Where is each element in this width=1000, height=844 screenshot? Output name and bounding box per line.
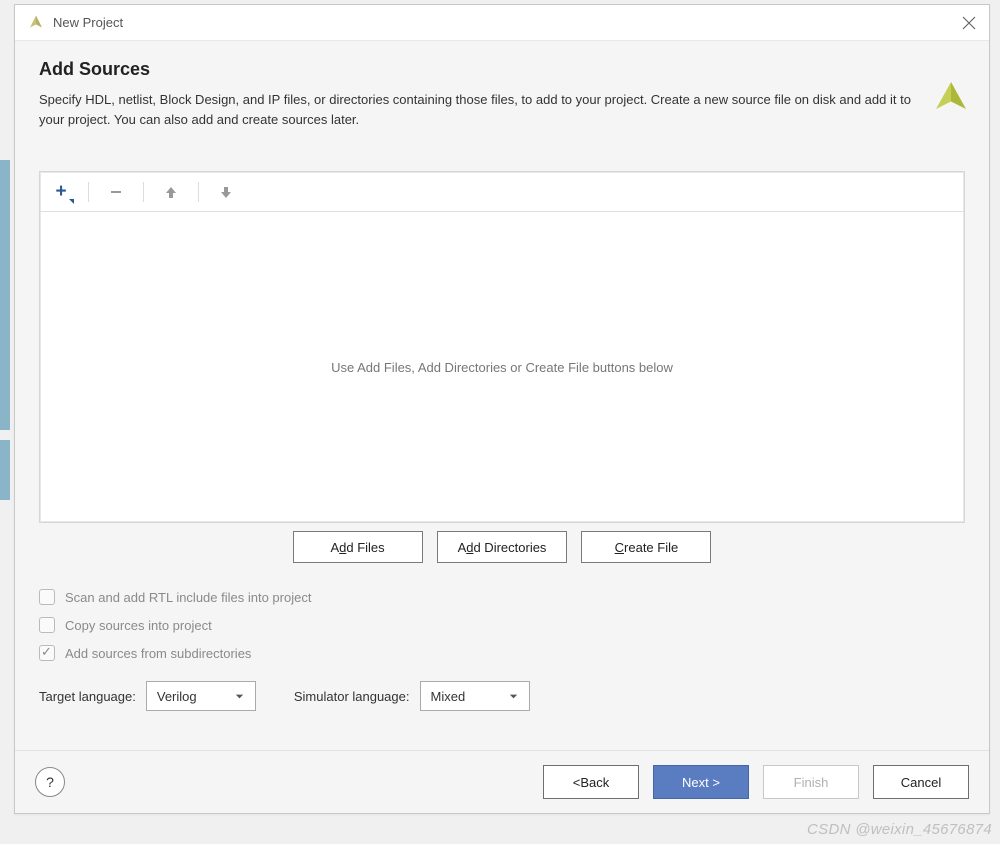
subdirectories-input[interactable] bbox=[39, 645, 55, 661]
titlebar: New Project bbox=[15, 5, 989, 41]
remove-icon[interactable] bbox=[105, 181, 127, 203]
vivado-logo-icon bbox=[933, 79, 969, 115]
watermark: CSDN @weixin_45676874 bbox=[807, 821, 992, 838]
scan-rtl-checkbox[interactable]: Scan and add RTL include files into proj… bbox=[39, 589, 965, 605]
copy-sources-checkbox[interactable]: Copy sources into project bbox=[39, 617, 965, 633]
page-title: Add Sources bbox=[39, 59, 917, 80]
app-logo-icon bbox=[27, 14, 45, 32]
add-files-button[interactable]: Add Files bbox=[293, 531, 423, 563]
dialog-footer: ? < Back Next > Finish Cancel bbox=[15, 750, 989, 813]
close-icon[interactable] bbox=[961, 15, 977, 31]
chevron-down-icon bbox=[234, 691, 245, 702]
add-icon[interactable]: + bbox=[50, 181, 72, 203]
target-language-label: Target language: bbox=[39, 689, 136, 704]
back-button[interactable]: < Back bbox=[543, 765, 639, 799]
separator bbox=[198, 182, 199, 202]
target-language-select[interactable]: Verilog bbox=[146, 681, 256, 711]
simulator-language-select[interactable]: Mixed bbox=[420, 681, 530, 711]
finish-button[interactable]: Finish bbox=[763, 765, 859, 799]
window-title: New Project bbox=[53, 15, 123, 30]
subdirectories-checkbox[interactable]: Add sources from subdirectories bbox=[39, 645, 965, 661]
move-down-icon[interactable] bbox=[215, 181, 237, 203]
page-description: Specify HDL, netlist, Block Design, and … bbox=[39, 90, 917, 129]
cancel-button[interactable]: Cancel bbox=[873, 765, 969, 799]
simulator-language-value: Mixed bbox=[431, 689, 466, 704]
chevron-down-icon bbox=[508, 691, 519, 702]
sources-toolbar: + bbox=[40, 172, 964, 212]
new-project-dialog: New Project Add Sources Specify HDL, net… bbox=[14, 4, 990, 814]
separator bbox=[143, 182, 144, 202]
next-button[interactable]: Next > bbox=[653, 765, 749, 799]
sources-empty-message: Use Add Files, Add Directories or Create… bbox=[40, 212, 964, 522]
help-button[interactable]: ? bbox=[35, 767, 65, 797]
scan-rtl-input[interactable] bbox=[39, 589, 55, 605]
add-directories-button[interactable]: Add Directories bbox=[437, 531, 568, 563]
dialog-content: Add Sources Specify HDL, netlist, Block … bbox=[15, 41, 989, 750]
simulator-language-label: Simulator language: bbox=[294, 689, 410, 704]
create-file-button[interactable]: Create File bbox=[581, 531, 711, 563]
target-language-value: Verilog bbox=[157, 689, 197, 704]
separator bbox=[88, 182, 89, 202]
move-up-icon[interactable] bbox=[160, 181, 182, 203]
sources-panel: + Use Add Files, Add Directories or Crea… bbox=[39, 171, 965, 523]
copy-sources-input[interactable] bbox=[39, 617, 55, 633]
